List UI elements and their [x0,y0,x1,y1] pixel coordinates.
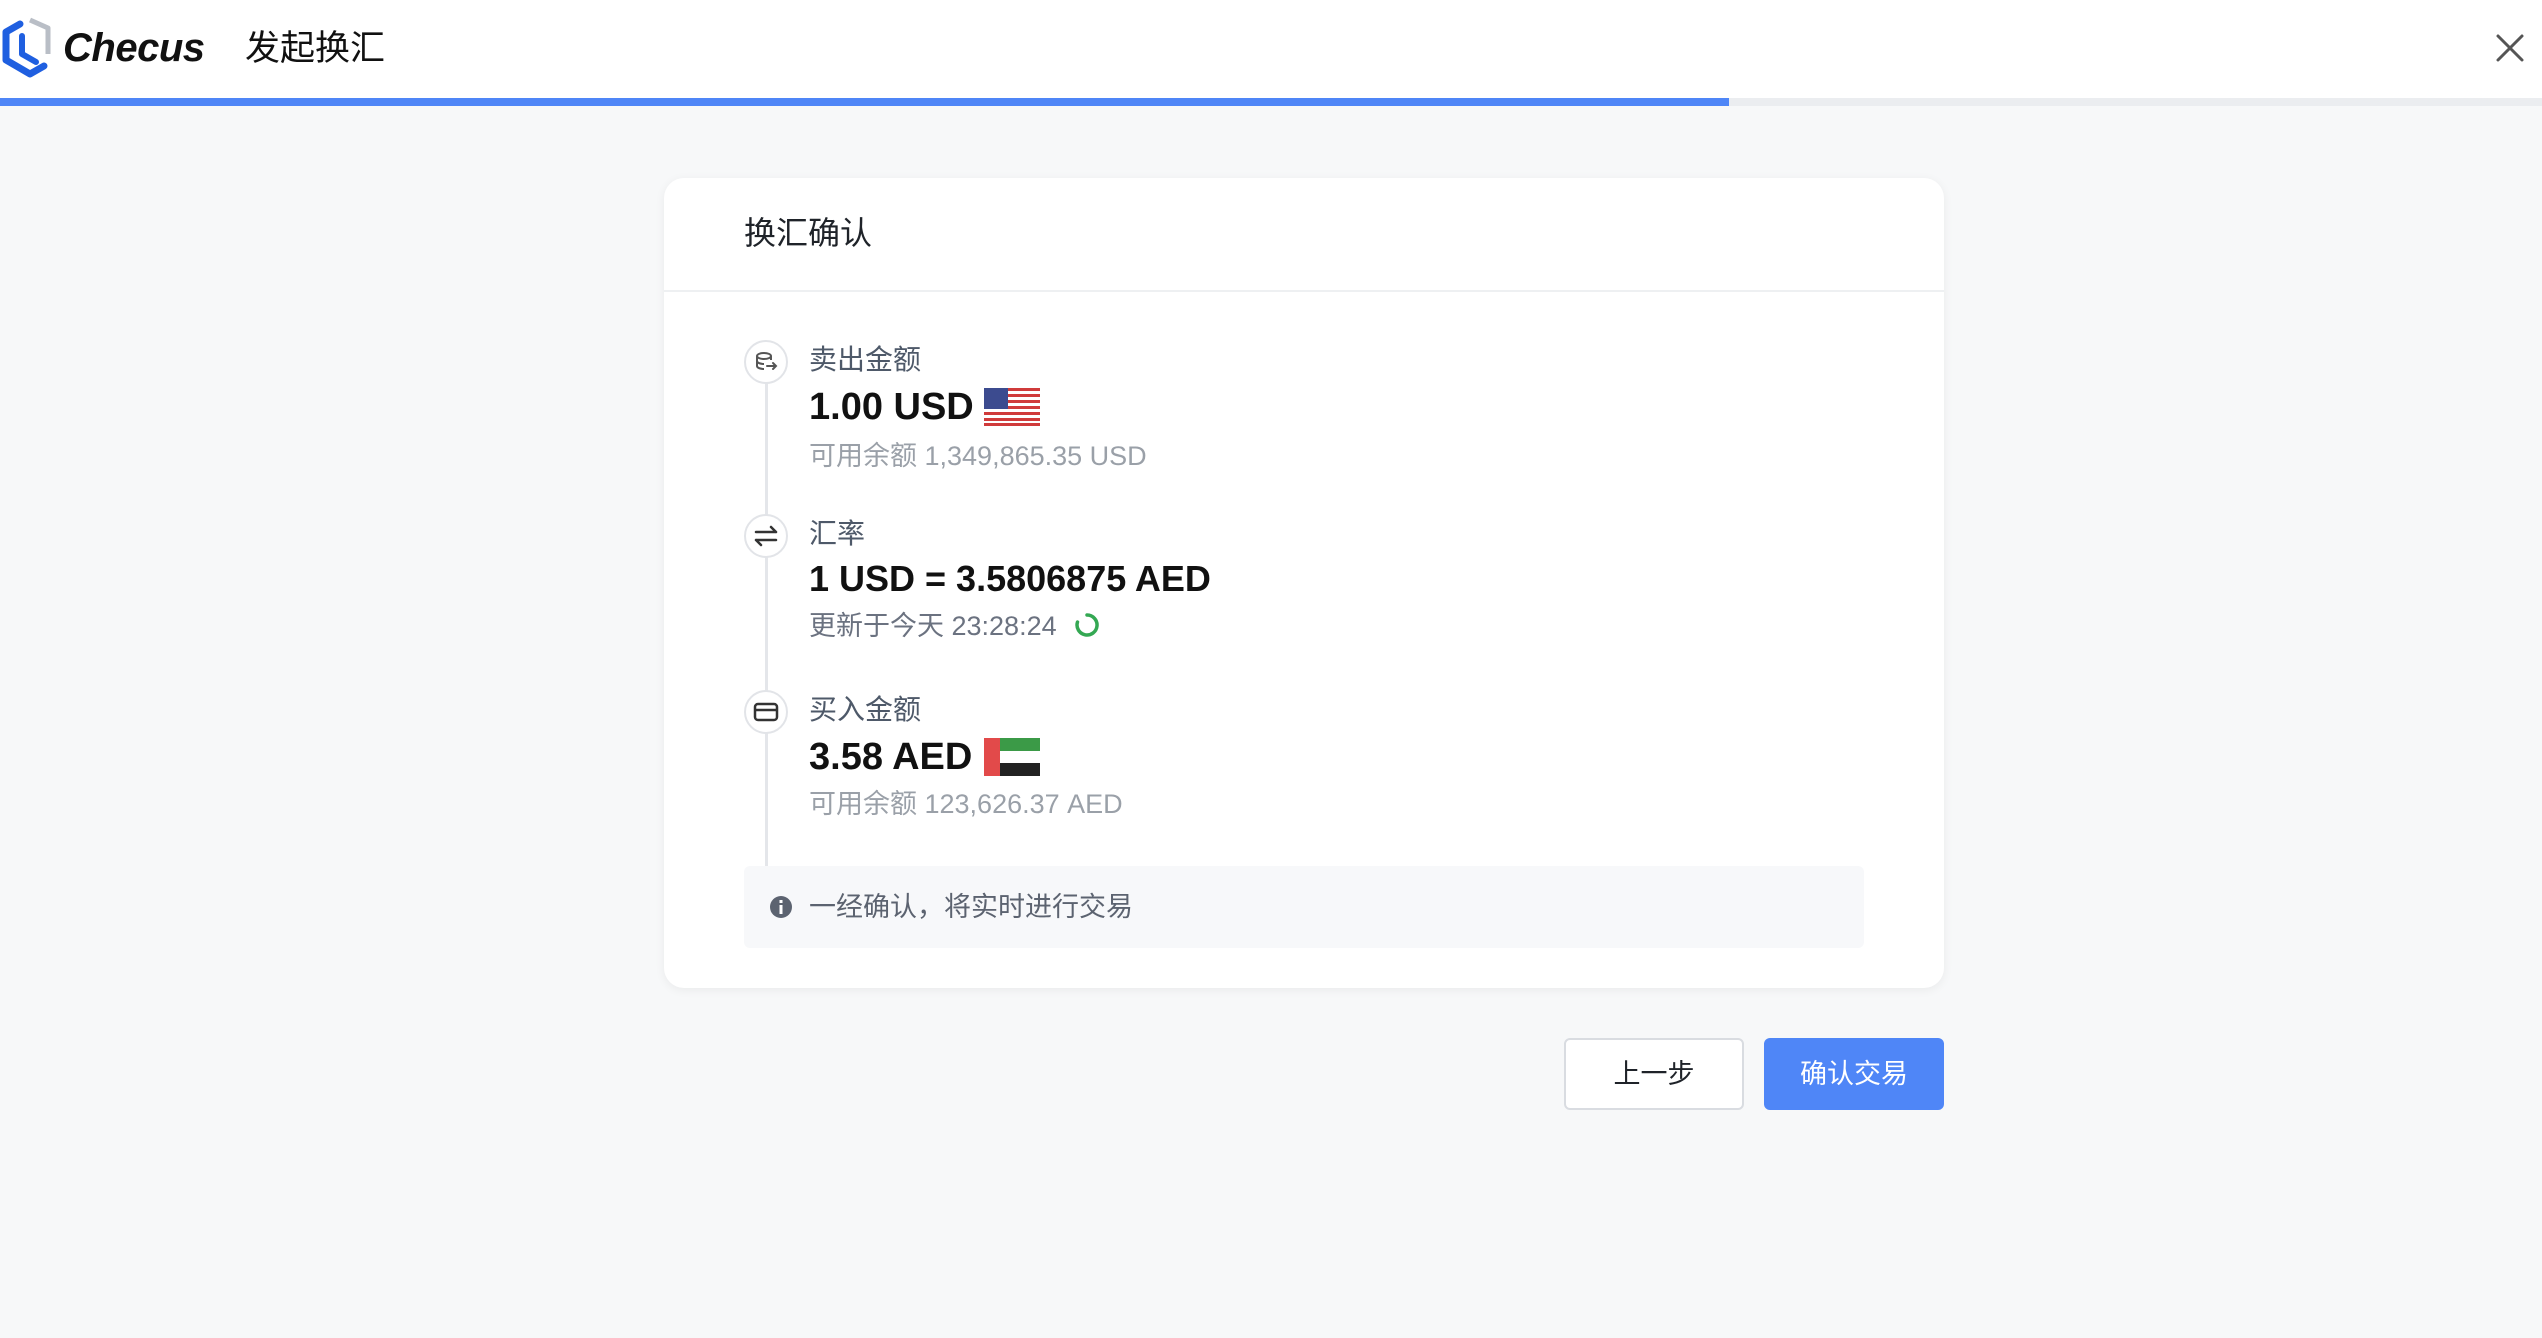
brand-name: Checus [63,26,205,70]
buy-amount: 3.58 AED [809,736,973,778]
confirm-trade-button[interactable]: 确认交易 [1764,1038,1944,1110]
prev-step-button[interactable]: 上一步 [1564,1038,1744,1110]
sell-node [744,340,788,384]
timeline-line [765,374,768,884]
progress-bar [0,98,2542,106]
notice-text: 一经确认，将实时进行交易 [809,892,1133,922]
rate-label: 汇率 [809,518,866,549]
us-flag-icon [984,388,1040,426]
rate-updated-time: 更新于今天 23:28:24 [809,611,1057,641]
sell-amount: 1.00 USD [809,386,974,428]
buy-label: 买入金额 [809,694,922,725]
coins-icon [756,352,778,370]
close-icon[interactable] [2490,28,2530,68]
info-icon [770,896,792,918]
card-icon [753,702,779,722]
page-title: 发起换汇 [245,29,386,68]
swap-arrows-icon [754,525,778,547]
sell-label: 卖出金额 [809,344,922,375]
rate-value: 1 USD = 3.5806875 AED [809,558,1211,599]
card-divider [664,290,1944,292]
buy-balance: 可用余额 123,626.37 AED [809,789,1123,819]
refresh-icon[interactable] [1074,612,1100,638]
sell-balance: 可用余额 1,349,865.35 USD [809,441,1147,471]
checus-logo-icon [2,17,51,78]
buy-node [744,690,788,734]
header-bar: Checus 发起换汇 [0,0,2542,98]
exchange-confirm-card: 换汇确认 卖出金额 1.00 USD 可用余额 1,349,865.35 USD… [664,178,1944,988]
card-title: 换汇确认 [744,215,873,251]
confirm-notice: 一经确认，将实时进行交易 [744,866,1864,948]
rate-node [744,514,788,558]
progress-bar-fill [0,98,1729,106]
ae-flag-icon [984,738,1040,776]
